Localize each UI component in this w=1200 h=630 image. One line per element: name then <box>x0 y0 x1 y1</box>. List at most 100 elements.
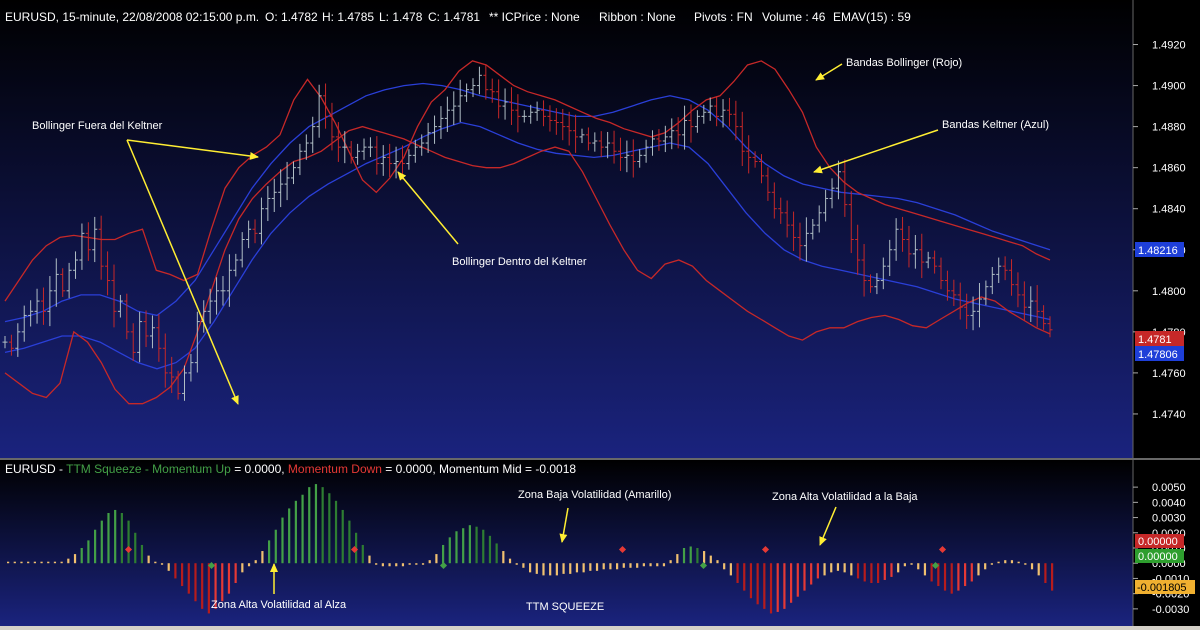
momentum-bar <box>261 551 264 564</box>
header-high: H: 1.4785 <box>322 10 374 24</box>
momentum-bar <box>27 561 30 564</box>
momentum-bar <box>301 494 304 564</box>
momentum-bar <box>930 563 933 582</box>
momentum-bar <box>903 563 906 567</box>
momentum-bar <box>709 555 712 564</box>
momentum-header-up-label: Momentum Up <box>152 462 231 476</box>
momentum-bar <box>268 540 271 564</box>
momentum-bar <box>910 563 913 565</box>
price-tick-label: 1.4920 <box>1152 40 1186 52</box>
badge-last-close: 1.4781 <box>1138 334 1172 346</box>
momentum-bar <box>314 484 318 564</box>
momentum-bar <box>368 555 371 564</box>
label-zona-alta-alza: Zona Alta Volatilidad al Alza <box>211 599 347 611</box>
momentum-bar <box>328 493 331 564</box>
momentum-bar <box>288 508 291 564</box>
momentum-header: EURUSD - TTM Squeeze - Momentum Up = 0.0… <box>5 462 576 476</box>
momentum-header-down-label: Momentum Down <box>288 462 382 476</box>
momentum-bar <box>850 563 853 576</box>
momentum-bar <box>803 563 806 591</box>
momentum-bar <box>20 561 23 564</box>
momentum-bar <box>1044 563 1047 583</box>
label-bollinger-dentro: Bollinger Dentro del Keltner <box>452 256 587 268</box>
momentum-bar <box>140 544 144 564</box>
momentum-bar <box>442 544 445 564</box>
momentum-bar <box>917 563 920 570</box>
bottom-scroll-strip[interactable] <box>0 626 1200 630</box>
momentum-bar <box>964 563 967 587</box>
price-tick-label: 1.4880 <box>1152 122 1186 134</box>
momentum-bar <box>582 563 585 573</box>
momentum-bar <box>334 500 338 564</box>
header-open: O: 1.4782 <box>265 10 318 24</box>
momentum-bar <box>810 563 813 585</box>
momentum-bar <box>375 563 378 565</box>
momentum-bar <box>348 520 351 564</box>
momentum-bar <box>502 551 505 564</box>
momentum-bar <box>1051 563 1054 591</box>
momentum-bar <box>100 520 103 564</box>
momentum-bar <box>950 563 953 594</box>
label-ttm-squeeze: TTM SQUEEZE <box>526 601 604 613</box>
momentum-bar <box>207 563 210 614</box>
momentum-bar <box>749 563 753 599</box>
momentum-bar <box>736 563 739 583</box>
momentum-bar <box>127 520 130 564</box>
momentum-bar <box>67 558 70 564</box>
momentum-bar <box>984 563 987 570</box>
momentum-bar <box>656 563 659 567</box>
momentum-bar <box>428 560 431 564</box>
momentum-bar <box>94 529 97 564</box>
header-ribbon: Ribbon : None <box>599 10 676 24</box>
momentum-bar <box>602 563 605 570</box>
momentum-bar <box>448 537 451 564</box>
momentum-bar <box>816 563 819 579</box>
momentum-bar <box>221 563 224 602</box>
momentum-bar <box>723 563 726 570</box>
momentum-bar <box>616 563 619 570</box>
momentum-bar <box>897 563 900 573</box>
momentum-bar <box>194 563 197 602</box>
momentum-bar <box>997 561 1000 564</box>
momentum-bar <box>1004 560 1007 564</box>
momentum-bar <box>662 563 666 567</box>
price-axis-bg <box>1133 0 1200 458</box>
momentum-bar <box>562 563 565 574</box>
momentum-bar <box>495 543 498 564</box>
momentum-bar <box>790 563 793 603</box>
momentum-bar <box>703 551 706 564</box>
momentum-bar <box>508 558 512 564</box>
chart-window: EURUSD, 15-minute, 22/08/2008 02:15:00 p… <box>0 0 1200 630</box>
momentum-bar <box>254 560 257 564</box>
momentum-bar <box>769 563 773 614</box>
momentum-bar <box>488 535 492 564</box>
momentum-bar <box>247 563 251 567</box>
momentum-tick-label: 0.0030 <box>1152 513 1186 525</box>
momentum-bar <box>836 563 840 571</box>
momentum-bar <box>468 525 471 564</box>
momentum-bar <box>475 526 478 564</box>
price-tick-label: 1.4800 <box>1152 286 1186 298</box>
momentum-bar <box>294 500 297 564</box>
momentum-bar <box>943 563 947 591</box>
momentum-bar <box>716 560 719 564</box>
label-bollinger-fuera: Bollinger Fuera del Keltner <box>32 120 163 132</box>
momentum-bar <box>629 563 632 568</box>
label-zona-alta-baja: Zona Alta Volatilidad a la Baja <box>772 491 918 503</box>
momentum-bar <box>160 563 164 565</box>
momentum-bar <box>187 563 190 594</box>
momentum-bar <box>870 563 873 583</box>
momentum-bar <box>569 563 572 574</box>
momentum-bar <box>649 563 652 567</box>
momentum-bar <box>843 563 846 573</box>
momentum-bar <box>823 563 826 576</box>
momentum-bar <box>783 563 786 609</box>
momentum-bar <box>308 487 311 564</box>
momentum-bar <box>274 529 277 564</box>
momentum-bar <box>1024 563 1027 565</box>
momentum-bar <box>622 563 625 568</box>
momentum-tick-label: 0.0040 <box>1152 497 1186 509</box>
momentum-bar <box>241 563 244 573</box>
momentum-bar <box>341 509 344 564</box>
momentum-bar <box>970 563 973 582</box>
